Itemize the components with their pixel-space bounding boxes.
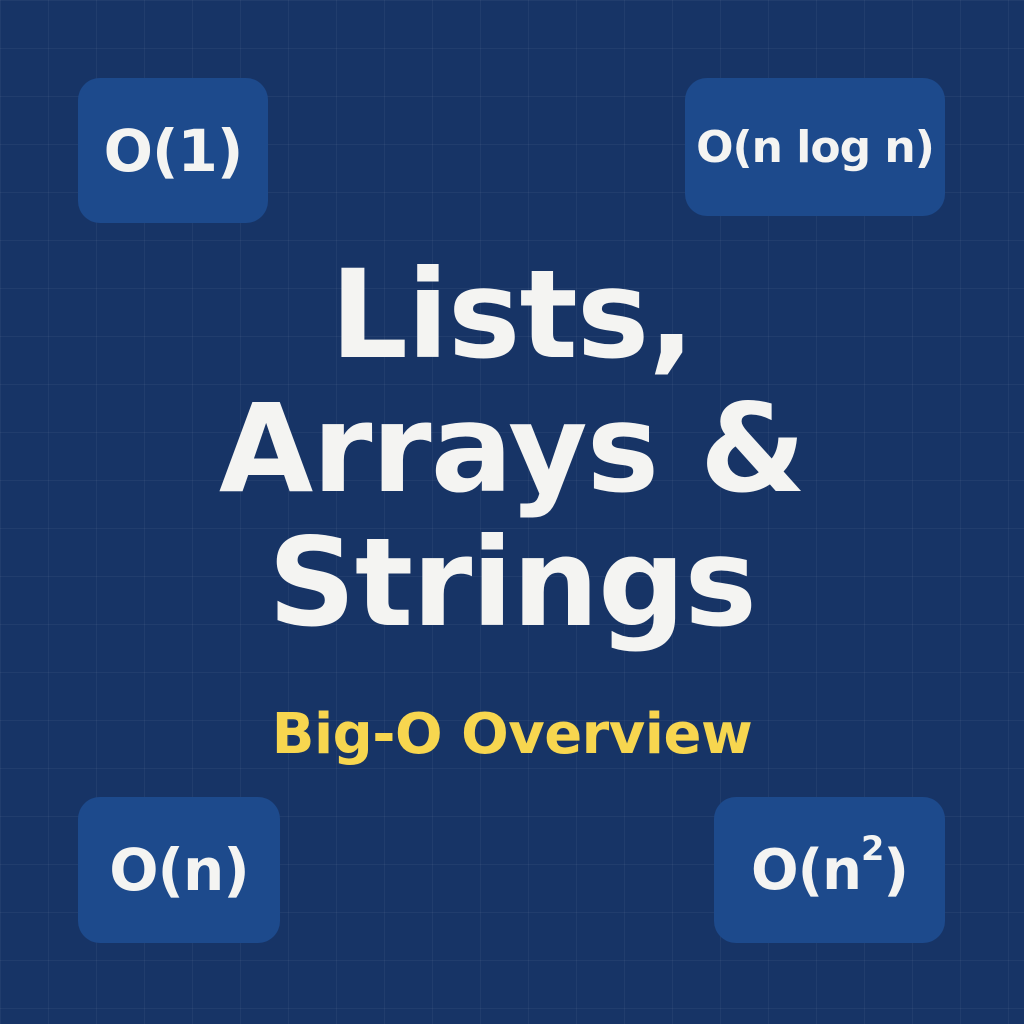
title-line: Lists, [330, 244, 694, 386]
badge-label: O(n2) [750, 832, 909, 903]
badge-label-exponent: 2 [861, 829, 884, 869]
badge-label-close: ) [883, 837, 909, 903]
badge-label: O(1) [103, 116, 244, 185]
subtitle: Big-O Overview [271, 702, 753, 767]
complexity-badge-linearithmic: O(n log n) [685, 78, 945, 216]
complexity-badge-constant: O(1) [78, 78, 268, 223]
title-line: Arrays & [218, 378, 806, 520]
complexity-badge-linear: O(n) [78, 797, 280, 943]
badge-label: O(n log n) [696, 121, 935, 173]
main-title: Lists, Arrays & Strings [0, 248, 1024, 650]
title-line: Strings [268, 512, 757, 654]
badge-label-base: O(n [750, 837, 862, 903]
complexity-badge-quadratic: O(n2) [714, 797, 945, 943]
badge-label: O(n) [109, 836, 250, 904]
